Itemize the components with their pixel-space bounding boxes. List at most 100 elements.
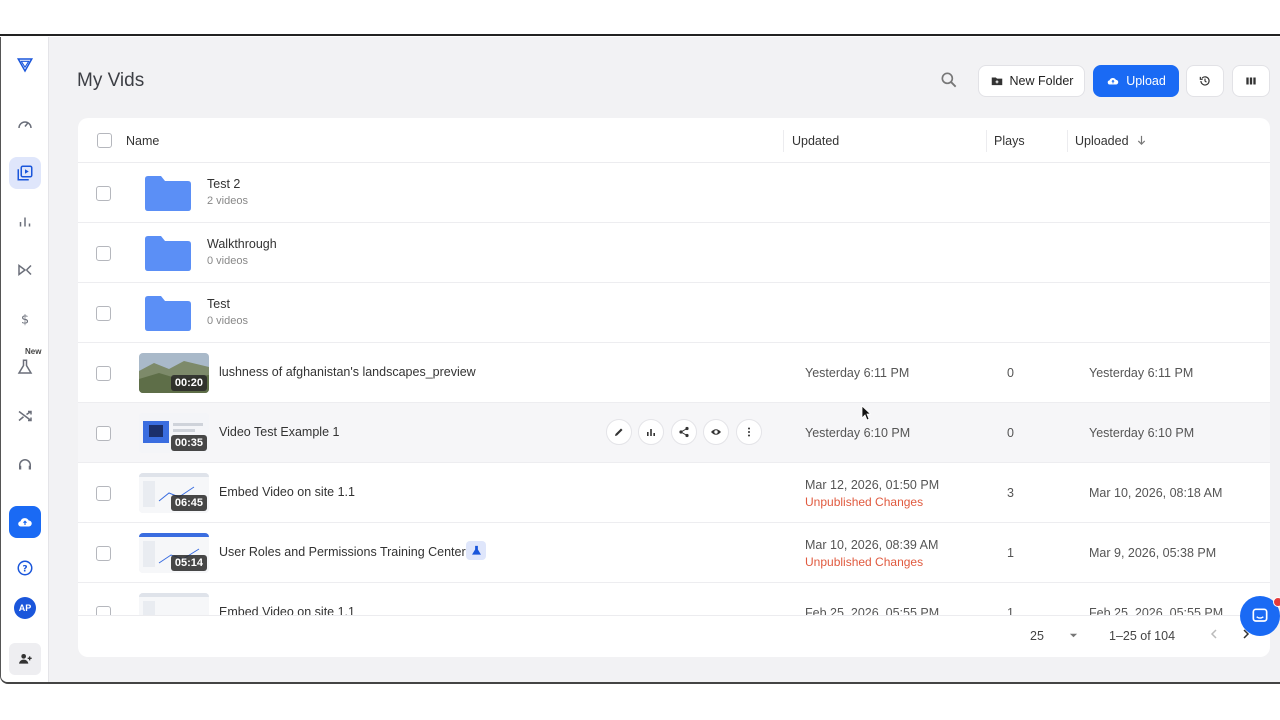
columns-icon — [1246, 77, 1256, 85]
folder-row[interactable]: Walkthrough 0 videos — [78, 223, 1270, 283]
plays-count: 0 — [1007, 426, 1014, 440]
row-checkbox[interactable] — [96, 246, 111, 261]
select-all-checkbox[interactable] — [97, 133, 112, 148]
page-title: My Vids — [77, 70, 145, 91]
uploaded-date: Yesterday 6:11 PM — [1089, 366, 1194, 380]
more-options-button[interactable] — [736, 419, 762, 445]
history-button[interactable] — [1186, 65, 1224, 97]
folder-name[interactable]: Test — [207, 297, 230, 311]
header-updated[interactable]: Updated — [792, 134, 839, 148]
mouse-cursor-icon — [861, 405, 871, 421]
preview-button[interactable] — [703, 419, 729, 445]
previous-page-icon[interactable] — [1208, 628, 1220, 643]
support-headset-icon[interactable] — [13, 453, 37, 477]
folder-row[interactable]: Test 0 videos — [78, 283, 1270, 343]
duration-badge: 05:14 — [170, 555, 207, 571]
video-title[interactable]: lushness of afghanistan's landscapes_pre… — [219, 365, 476, 379]
video-thumbnail[interactable]: 00:20 — [139, 353, 209, 393]
video-title[interactable]: Video Test Example 1 — [219, 425, 339, 439]
dollar-icon[interactable]: $ — [13, 307, 37, 331]
video-row[interactable]: Embed Video on site 1.1 Feb 25, 2026, 05… — [78, 583, 1270, 615]
header-plays[interactable]: Plays — [994, 134, 1025, 148]
history-icon — [1199, 76, 1210, 86]
new-folder-label: New Folder — [1009, 74, 1074, 88]
video-row[interactable]: 00:35 Video Test Example 1 Yesterday 6:1… — [78, 403, 1270, 463]
analytics-bar-icon[interactable] — [13, 210, 37, 234]
folder-video-count: 0 videos — [207, 315, 248, 327]
dashboard-gauge-icon[interactable] — [13, 113, 37, 137]
cloud-upload-icon — [1107, 77, 1119, 85]
edit-button[interactable] — [606, 419, 632, 445]
video-thumbnail[interactable]: 05:14 — [139, 533, 209, 573]
uploaded-date: Yesterday 6:10 PM — [1089, 426, 1195, 440]
plays-count: 0 — [1007, 366, 1014, 380]
uploaded-date: Mar 9, 2026, 05:38 PM — [1089, 546, 1217, 560]
header-uploaded[interactable]: Uploaded — [1075, 134, 1147, 148]
eye-icon — [711, 429, 721, 435]
row-checkbox[interactable] — [96, 606, 111, 615]
search-icon[interactable] — [939, 70, 961, 92]
video-row[interactable]: 05:14 User Roles and Permissions Trainin… — [78, 523, 1270, 583]
row-checkbox[interactable] — [96, 426, 111, 441]
updated-date: Mar 12, 2026, 01:50 PM — [805, 478, 940, 492]
notification-dot — [1273, 597, 1280, 607]
plays-count: 3 — [1007, 486, 1014, 500]
video-row[interactable]: 00:20 lushness of afghanistan's landscap… — [78, 343, 1270, 403]
folder-icon — [145, 176, 191, 211]
uploaded-date: Mar 10, 2026, 08:18 AM — [1089, 486, 1223, 500]
lab-flask-icon[interactable] — [13, 355, 37, 379]
header-uploaded-label: Uploaded — [1075, 134, 1129, 148]
row-checkbox[interactable] — [96, 546, 111, 561]
updated-date: Mar 10, 2026, 08:39 AM — [805, 538, 939, 552]
video-title[interactable]: Embed Video on site 1.1 — [219, 485, 355, 499]
folder-icon — [145, 236, 191, 271]
add-user-icon[interactable] — [9, 643, 41, 675]
rows-per-page-select[interactable]: 25 — [1030, 629, 1078, 643]
header-name[interactable]: Name — [126, 134, 159, 148]
pencil-icon — [615, 428, 623, 436]
video-library-icon[interactable] — [9, 157, 41, 189]
column-divider — [783, 130, 784, 152]
browser-bottom-strip — [0, 684, 1280, 720]
row-checkbox[interactable] — [96, 306, 111, 321]
folder-name[interactable]: Walkthrough — [207, 237, 277, 251]
folder-row[interactable]: Test 2 2 videos — [78, 163, 1270, 223]
funnel-routing-icon[interactable] — [13, 258, 37, 282]
video-thumbnail[interactable]: 00:35 — [139, 413, 209, 453]
row-checkbox[interactable] — [96, 486, 111, 501]
chat-bubble-icon — [1252, 608, 1268, 622]
plays-count: 1 — [1007, 606, 1014, 615]
row-checkbox[interactable] — [96, 366, 111, 381]
video-thumbnail[interactable]: 06:45 — [139, 473, 209, 513]
duration-badge: 00:20 — [170, 375, 207, 391]
pagination-range: 1–25 of 104 — [1109, 629, 1176, 643]
row-checkbox[interactable] — [96, 186, 111, 201]
screen-recording-thumbnail-image — [139, 593, 209, 615]
svg-text:$: $ — [21, 313, 29, 328]
share-button[interactable] — [671, 419, 697, 445]
video-title[interactable]: Embed Video on site 1.1 — [219, 605, 355, 615]
lab-flask-badge-icon — [466, 541, 486, 560]
video-row[interactable]: 06:45 Embed Video on site 1.1 Mar 12, 20… — [78, 463, 1270, 523]
folder-name[interactable]: Test 2 — [207, 177, 240, 191]
plays-count: 1 — [1007, 546, 1014, 560]
help-circle-icon[interactable]: ? — [13, 556, 37, 580]
updated-date: Feb 25, 2026, 05:55 PM — [805, 606, 940, 615]
analytics-button[interactable] — [638, 419, 664, 445]
avatar[interactable]: AP — [14, 597, 36, 619]
bar-chart-icon — [647, 429, 655, 436]
updated-date: Yesterday 6:10 PM — [805, 426, 911, 440]
shuffle-icon[interactable] — [13, 404, 37, 428]
video-thumbnail[interactable] — [139, 593, 209, 615]
more-vertical-icon — [748, 427, 750, 437]
logo-icon[interactable] — [13, 53, 37, 77]
folder-icon — [145, 296, 191, 331]
upload-button[interactable]: Upload — [1093, 65, 1179, 97]
share-icon — [679, 426, 689, 438]
table-header: Name Updated Plays Uploaded — [78, 118, 1270, 163]
upload-cloud-icon[interactable] — [9, 506, 41, 538]
uploaded-date: Feb 25, 2026, 05:55 PM — [1089, 606, 1224, 615]
video-title[interactable]: User Roles and Permissions Training Cent… — [219, 545, 466, 559]
new-folder-button[interactable]: New Folder — [978, 65, 1085, 97]
columns-view-button[interactable] — [1232, 65, 1270, 97]
